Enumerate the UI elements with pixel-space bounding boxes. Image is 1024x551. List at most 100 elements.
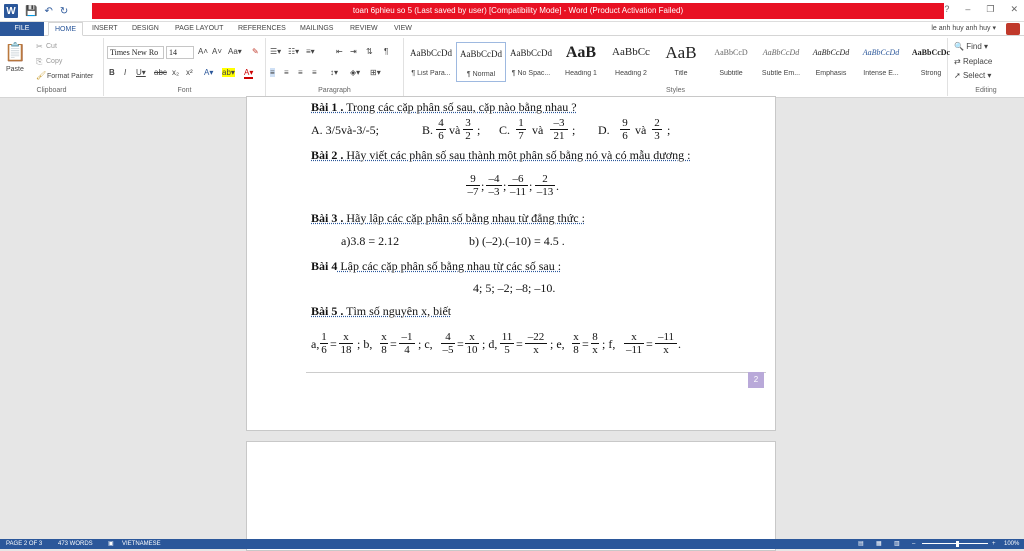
help-button[interactable]: ? bbox=[944, 4, 949, 15]
pilcrow-icon[interactable]: ¶ bbox=[384, 47, 388, 56]
highlight-icon[interactable]: ab▾ bbox=[222, 68, 235, 77]
separator: ; bbox=[667, 123, 671, 137]
proofing-icon[interactable]: ▣ bbox=[108, 539, 114, 549]
style-subtitle[interactable]: AaBbCcD Subtitle bbox=[706, 42, 756, 82]
decrease-indent-icon[interactable]: ⇤ bbox=[336, 47, 343, 56]
exercise-3-heading: Bài 3 . Hãy lập các cặp phân số bằng nha… bbox=[311, 211, 585, 225]
read-mode-icon[interactable]: ▤ bbox=[858, 539, 864, 549]
superscript-icon[interactable]: x² bbox=[186, 68, 193, 77]
styles-group: AaBbCcDd ¶ List Para... AaBbCcDd ¶ Normal … bbox=[404, 38, 950, 96]
numbering-icon[interactable]: ☷▾ bbox=[288, 47, 299, 56]
bold-icon[interactable]: B bbox=[109, 68, 115, 77]
user-name[interactable]: le anh huy anh huy ▾ bbox=[931, 22, 996, 36]
save-icon[interactable]: 💾 bbox=[25, 6, 37, 17]
font-group: Times New Ro 14 A˄ A˅ Aa▾ ✎ B I U▾ abc x… bbox=[104, 38, 266, 96]
paste-icon[interactable]: 📋 bbox=[4, 42, 26, 63]
bullets-icon[interactable]: ☰▾ bbox=[270, 47, 281, 56]
fraction: –22 x bbox=[525, 331, 547, 356]
tab-review[interactable]: REVIEW bbox=[350, 22, 378, 36]
paragraph-label: Paragraph bbox=[318, 87, 351, 94]
tab-design[interactable]: DESIGN bbox=[132, 22, 159, 36]
style-subtle-emphasis[interactable]: AaBbCcDd Subtle Em... bbox=[756, 42, 806, 82]
cut-button[interactable]: Cut bbox=[46, 43, 57, 50]
restore-button[interactable]: ❐ bbox=[986, 4, 994, 15]
tab-references[interactable]: REFERENCES bbox=[238, 22, 286, 36]
font-size-box[interactable]: 14 bbox=[166, 46, 194, 59]
find-button[interactable]: 🔍 Find ▾ bbox=[954, 42, 988, 51]
borders-icon[interactable]: ⊞▾ bbox=[370, 68, 381, 77]
tab-file[interactable]: FILE bbox=[0, 22, 44, 36]
document-page-3[interactable] bbox=[246, 441, 776, 551]
print-layout-icon[interactable]: ▦ bbox=[876, 539, 882, 549]
exercise-4-heading: Bài 4 Lập các cặp phân số bằng nhau từ c… bbox=[311, 259, 562, 273]
shading-icon[interactable]: ◈▾ bbox=[350, 68, 360, 77]
undo-icon[interactable]: ↶ bbox=[44, 6, 52, 17]
paste-button[interactable]: Paste bbox=[6, 66, 24, 73]
align-left-icon[interactable]: ≡ bbox=[270, 68, 275, 77]
window-controls: ? – ❐ ✕ bbox=[944, 4, 1018, 15]
format-painter-button[interactable]: Format Painter bbox=[47, 73, 93, 80]
fraction: –11 x bbox=[655, 331, 677, 356]
tab-home[interactable]: HOME bbox=[48, 22, 83, 36]
tab-insert[interactable]: INSERT bbox=[92, 22, 118, 36]
format-painter-icon[interactable]: 🖌 bbox=[36, 71, 46, 80]
zoom-slider-handle[interactable] bbox=[956, 541, 959, 547]
find-icon: 🔍 bbox=[954, 42, 964, 51]
page-indicator[interactable]: PAGE 2 OF 3 bbox=[6, 539, 42, 549]
underline-icon[interactable]: U▾ bbox=[136, 68, 146, 77]
zoom-slider[interactable] bbox=[922, 543, 988, 544]
fraction: 23 bbox=[652, 117, 662, 142]
subscript-icon[interactable]: x₂ bbox=[172, 68, 179, 77]
copy-button[interactable]: Copy bbox=[46, 58, 62, 65]
select-button[interactable]: ➚ Select ▾ bbox=[954, 71, 991, 80]
tab-page-layout[interactable]: PAGE LAYOUT bbox=[175, 22, 223, 36]
zoom-out-icon[interactable]: – bbox=[912, 539, 915, 549]
cut-icon[interactable]: ✂ bbox=[36, 42, 43, 51]
fraction: x8 bbox=[572, 331, 580, 356]
font-color-icon[interactable]: A▾ bbox=[244, 68, 254, 79]
copy-icon[interactable]: ⎘ bbox=[36, 57, 42, 67]
tab-mailings[interactable]: MAILINGS bbox=[300, 22, 333, 36]
style-heading-1[interactable]: AaB Heading 1 bbox=[556, 42, 606, 82]
exercise-1-option-d: D. bbox=[598, 123, 610, 137]
style-list-paragraph[interactable]: AaBbCcDd ¶ List Para... bbox=[406, 42, 456, 82]
justify-icon[interactable]: ≡ bbox=[312, 68, 317, 77]
close-button[interactable]: ✕ bbox=[1010, 4, 1018, 15]
document-workspace[interactable] bbox=[0, 96, 1024, 551]
line-spacing-icon[interactable]: ↕▾ bbox=[330, 68, 338, 77]
style-intense-emphasis[interactable]: AaBbCcDd Intense E... bbox=[856, 42, 906, 82]
align-center-icon[interactable]: ≡ bbox=[284, 68, 289, 77]
text-effects-icon[interactable]: A▾ bbox=[204, 68, 213, 77]
period: . bbox=[556, 179, 559, 193]
language-indicator[interactable]: VIETNAMESE bbox=[122, 539, 161, 549]
zoom-level[interactable]: 100% bbox=[1004, 539, 1019, 549]
fraction: x 10 bbox=[465, 331, 479, 356]
word-count[interactable]: 473 WORDS bbox=[58, 539, 93, 549]
fraction: 96 bbox=[620, 117, 630, 142]
multilevel-icon[interactable]: ≡▾ bbox=[306, 47, 315, 56]
separator: ; bbox=[503, 179, 507, 193]
italic-icon[interactable]: I bbox=[124, 68, 126, 77]
style-no-spacing[interactable]: AaBbCcDd ¶ No Spac... bbox=[506, 42, 556, 82]
grow-font-icon[interactable]: A˄ bbox=[198, 47, 208, 56]
strikethrough-icon[interactable]: abc bbox=[154, 68, 167, 77]
clear-format-icon[interactable]: ✎ bbox=[252, 47, 259, 56]
redo-icon[interactable]: ↻ bbox=[60, 6, 68, 17]
tab-view[interactable]: VIEW bbox=[394, 22, 412, 36]
minimize-button[interactable]: – bbox=[965, 4, 970, 15]
zoom-in-icon[interactable]: + bbox=[992, 539, 996, 549]
web-layout-icon[interactable]: ▥ bbox=[894, 539, 900, 549]
style-normal[interactable]: AaBbCcDd ¶ Normal bbox=[456, 42, 506, 82]
avatar[interactable] bbox=[1006, 23, 1020, 35]
style-title[interactable]: AaB Title bbox=[656, 42, 706, 82]
replace-button[interactable]: ⇄ Replace bbox=[954, 57, 992, 66]
sort-icon[interactable]: ⇅ bbox=[366, 47, 373, 56]
align-right-icon[interactable]: ≡ bbox=[298, 68, 303, 77]
increase-indent-icon[interactable]: ⇥ bbox=[350, 47, 357, 56]
change-case-icon[interactable]: Aa▾ bbox=[228, 47, 242, 56]
style-heading-2[interactable]: AaBbCc Heading 2 bbox=[606, 42, 656, 82]
font-name-box[interactable]: Times New Ro bbox=[107, 46, 164, 59]
fraction: x 18 bbox=[339, 331, 353, 356]
shrink-font-icon[interactable]: A˅ bbox=[212, 47, 222, 56]
style-emphasis[interactable]: AaBbCcDd Emphasis bbox=[806, 42, 856, 82]
